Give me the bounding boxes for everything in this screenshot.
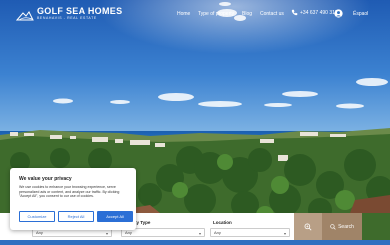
property-type-label: ty Type bbox=[135, 220, 151, 225]
search-icon bbox=[330, 223, 336, 230]
chevron-down-icon: ▾ bbox=[198, 231, 201, 236]
cookie-consent-dialog: We value your privacy We use cookies to … bbox=[10, 168, 136, 230]
chevron-down-icon: ▾ bbox=[105, 231, 108, 236]
accept-all-button[interactable]: Accept All bbox=[97, 211, 133, 222]
cookie-title: We value your privacy bbox=[19, 176, 72, 182]
logo-mark-icon bbox=[16, 11, 34, 21]
search-button-label: Search bbox=[338, 223, 354, 230]
property-type-value: Any bbox=[125, 230, 132, 235]
phone-number: +34 637 490 312 bbox=[300, 9, 338, 16]
phone-icon bbox=[291, 9, 298, 16]
brand-name: GOLF SEA HOMES bbox=[37, 6, 123, 17]
logo-text: GOLF SEA HOMES BENAHAVIS - REAL ESTATE bbox=[37, 7, 122, 21]
user-account-icon[interactable] bbox=[334, 9, 343, 18]
top-navigation: GOLF SEA HOMES BENAHAVIS - REAL ESTATE H… bbox=[0, 0, 390, 30]
phone-link[interactable]: +34 637 490 312 bbox=[291, 9, 338, 16]
search-button[interactable]: Search bbox=[322, 213, 362, 240]
menu-blog[interactable]: Blog bbox=[242, 11, 252, 17]
field-select-1-value: Any bbox=[36, 230, 43, 235]
cookie-body: We use cookies to enhance your browsing … bbox=[19, 185, 120, 199]
menu-contact[interactable]: Contact us bbox=[260, 11, 284, 17]
location-label: Location bbox=[213, 220, 232, 225]
location-value: Any bbox=[214, 230, 221, 235]
chevron-down-icon: ▾ bbox=[283, 231, 286, 236]
zoom-search-icon bbox=[304, 223, 312, 230]
menu-type-of-property[interactable]: Type of property bbox=[198, 11, 234, 17]
brand-tagline: BENAHAVIS - REAL ESTATE bbox=[37, 16, 97, 21]
reject-all-button[interactable]: Reject All bbox=[58, 211, 94, 222]
customize-button[interactable]: Customize bbox=[19, 211, 55, 222]
advanced-filter-button[interactable] bbox=[294, 213, 322, 240]
language-selector[interactable]: Ёspaol bbox=[353, 11, 368, 17]
brand-logo[interactable]: GOLF SEA HOMES BENAHAVIS - REAL ESTATE bbox=[16, 7, 122, 21]
location-select[interactable]: Any ▾ bbox=[210, 228, 290, 237]
menu-home[interactable]: Home bbox=[177, 11, 190, 17]
